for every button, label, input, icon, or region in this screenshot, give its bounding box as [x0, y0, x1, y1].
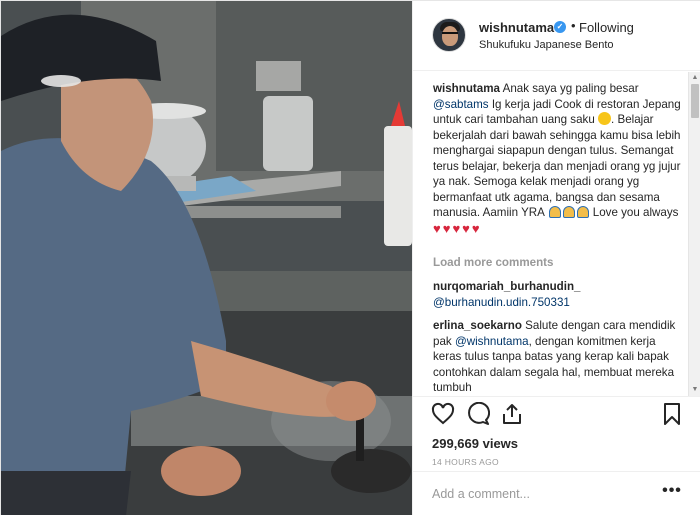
heart-outline-icon[interactable]: [431, 402, 455, 426]
scrollbar-thumb[interactable]: [691, 84, 699, 118]
share-upload-icon[interactable]: [500, 402, 524, 426]
comment-mention[interactable]: @burhanudin.udin.750331: [433, 296, 570, 309]
comment-mention[interactable]: @wishnutama: [455, 335, 529, 348]
praying-hands-emoji-icon: [576, 206, 589, 218]
comment-username[interactable]: erlina_soekarno: [433, 319, 522, 332]
caption-text: . Belajar bekerjalah dari bawah sehingga…: [433, 113, 681, 219]
caption-text: Love you always: [592, 206, 679, 219]
scroll-up-arrow-icon[interactable]: ▲: [691, 74, 699, 82]
heart-emoji-icon: ♥: [452, 220, 461, 236]
header-separator: •: [571, 18, 576, 33]
comment-username[interactable]: nurqomariah_burhanudin_: [433, 280, 581, 293]
view-count[interactable]: 299,669 views: [432, 436, 518, 451]
heart-emoji-icon: ♥: [433, 220, 441, 236]
post-sidebar: wishnutama ✓ • Following Shukufuku Japan…: [412, 1, 700, 515]
praying-hands-emoji-icon: [548, 206, 561, 218]
header-username[interactable]: wishnutama: [479, 20, 554, 35]
instagram-post: wishnutama ✓ • Following Shukufuku Japan…: [0, 0, 700, 515]
location-link[interactable]: Shukufuku Japanese Bento: [479, 39, 614, 51]
comment-item: nurqomariah_burhanudin_ @burhanudin.udin…: [433, 279, 683, 310]
comment-item: erlina_soekarno Salute dengan cara mendi…: [433, 318, 683, 396]
following-button[interactable]: Following: [579, 20, 634, 35]
heart-emoji-icon: ♥: [471, 220, 480, 236]
bookmark-icon[interactable]: [660, 402, 684, 426]
praying-hands-emoji-icon: [562, 206, 575, 218]
comments-list[interactable]: wishnutama Anak saya yg paling besar @sa…: [413, 72, 700, 396]
smiling-face-emoji-icon: [598, 112, 612, 125]
scroll-down-arrow-icon[interactable]: ▼: [691, 386, 699, 394]
verified-badge-icon: ✓: [554, 21, 566, 33]
heart-emoji-icon: ♥: [442, 220, 451, 236]
post-photo[interactable]: [1, 1, 412, 515]
more-options-button[interactable]: •••: [662, 483, 682, 503]
avatar[interactable]: [432, 18, 466, 52]
caption-text: Anak saya yg paling besar: [502, 82, 639, 95]
caption-mention[interactable]: @sabtams: [433, 98, 489, 111]
add-comment-bar: •••: [413, 471, 700, 515]
heart-emoji-icon: ♥: [462, 220, 470, 236]
comments-scrollbar[interactable]: ▲ ▼: [688, 72, 700, 396]
caption-username[interactable]: wishnutama: [433, 82, 500, 95]
caption: wishnutama Anak saya yg paling besar @sa…: [433, 81, 683, 237]
comment-bubble-icon[interactable]: [466, 402, 490, 426]
load-more-comments-button[interactable]: Load more comments: [433, 256, 553, 269]
add-comment-input[interactable]: [432, 485, 632, 503]
timestamp[interactable]: 14 HOURS AGO: [432, 457, 499, 467]
post-header: wishnutama ✓ • Following Shukufuku Japan…: [413, 1, 700, 71]
kitchen-photo: [1, 1, 412, 515]
